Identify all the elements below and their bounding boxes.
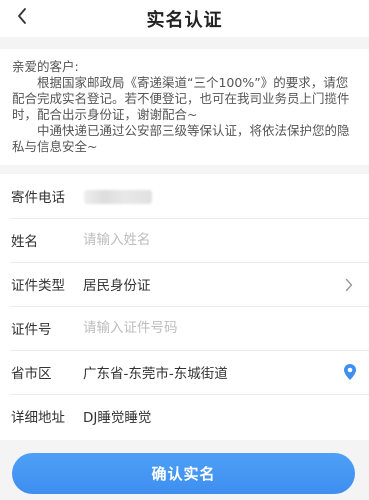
- id-number-input[interactable]: [83, 320, 323, 336]
- realname-form: 寄件电话 姓名 证件类型 居民身份证 证件号 省市区 广东省-东莞市-东城街道 …: [0, 174, 369, 440]
- id-type-row[interactable]: 证件类型 居民身份证: [0, 262, 369, 306]
- address-label: 详细地址: [11, 410, 65, 426]
- id-number-row[interactable]: 证件号: [0, 306, 369, 350]
- location-pin-icon[interactable]: [343, 363, 357, 385]
- notice-paragraph-2: 中通快递已通过公安部三级等保认证，将依法保护您的隐私与信息安全~: [12, 123, 350, 154]
- confirm-realname-button[interactable]: 确认实名: [12, 453, 355, 494]
- page-title: 实名认证: [146, 9, 223, 31]
- header-bar: 实名认证: [0, 0, 369, 37]
- name-label: 姓名: [11, 234, 38, 250]
- id-type-value[interactable]: 居民身份证: [83, 274, 151, 294]
- name-input[interactable]: [83, 232, 323, 248]
- id-type-label: 证件类型: [11, 278, 65, 294]
- address-row[interactable]: 详细地址 DJ睡觉睡觉: [0, 394, 369, 438]
- phone-row: 寄件电话: [0, 174, 369, 218]
- name-row[interactable]: 姓名: [0, 218, 369, 262]
- id-number-label: 证件号: [11, 322, 52, 338]
- back-button[interactable]: [6, 2, 38, 34]
- chevron-left-icon: [16, 7, 28, 29]
- phone-value-masked: [84, 190, 152, 204]
- region-value[interactable]: 广东省-东莞市-东城街道: [83, 362, 228, 382]
- phone-label: 寄件电话: [11, 190, 65, 206]
- region-label: 省市区: [11, 366, 52, 382]
- chevron-right-icon: [345, 277, 353, 296]
- address-value[interactable]: DJ睡觉睡觉: [83, 406, 151, 426]
- notice-panel: 亲爱的客户: 根据国家邮政局《寄递渠道“三个100%”》的要求，请您配合完成实名…: [0, 49, 369, 165]
- region-row[interactable]: 省市区 广东省-东莞市-东城街道: [0, 350, 369, 394]
- notice-paragraph-1: 根据国家邮政局《寄递渠道“三个100%”》的要求，请您配合完成实名登记。若不便登…: [12, 75, 350, 122]
- notice-greeting: 亲爱的客户:: [12, 59, 79, 74]
